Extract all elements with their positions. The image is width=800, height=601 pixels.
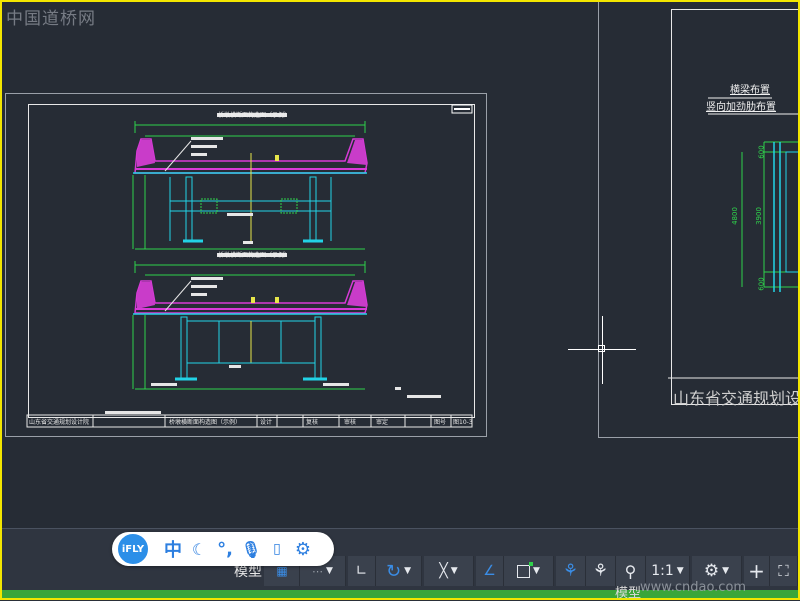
watermark-text: 中国道桥网 bbox=[6, 9, 96, 29]
sheet-1-drawing bbox=[26, 104, 473, 428]
sheet-2-dim-3900: 3900 bbox=[754, 207, 763, 225]
auto-scale-button[interactable]: ⚘ bbox=[586, 556, 616, 586]
annotation-visibility-button[interactable]: ⚘ bbox=[556, 556, 586, 586]
sheet-1-footer-drawing-no: 图10-3 bbox=[453, 419, 473, 426]
chevron-down-icon: ▼ bbox=[450, 566, 458, 576]
ime-toolbar[interactable]: iFLY 中 ☾ °, 🎙 ▯ ⚙ bbox=[112, 532, 334, 566]
microphone-icon[interactable]: 🎙 bbox=[238, 536, 264, 562]
ifly-logo[interactable]: iFLY bbox=[116, 532, 150, 566]
clipboard-icon[interactable]: ▯ bbox=[264, 536, 290, 562]
model-space-label: 模型 bbox=[615, 586, 642, 601]
grid-icon: ▦ bbox=[276, 564, 287, 578]
sheet-1-section-title-top: 桥墩横断面构造图（示例） bbox=[218, 112, 291, 119]
sheet-1-footer-company: 山东省交通规划设计院 bbox=[29, 419, 90, 426]
site-watermark: www.cndao.com bbox=[640, 580, 747, 595]
plus-icon: + bbox=[748, 559, 765, 583]
sheet-2-note-crossbeam: 横梁布置 bbox=[730, 85, 770, 96]
sheet-1-footer-review: 审核 bbox=[344, 419, 357, 426]
sheet-2-dim-4800: 4800 bbox=[730, 207, 739, 225]
isodraft-button[interactable]: ╳ ▼ bbox=[424, 556, 474, 586]
chevron-down-icon: ▼ bbox=[533, 566, 540, 576]
annotation-icon: ⚲ bbox=[624, 561, 637, 581]
sheet-1-footer-drawing: 桥墩横断面构造图（示例） bbox=[169, 419, 242, 426]
sheet-1-footer-check: 复核 bbox=[306, 419, 319, 426]
add-button[interactable]: + bbox=[744, 556, 770, 586]
sheet-1-footer-drawing-no-label: 图号 bbox=[434, 419, 447, 426]
ime-mode-button[interactable]: 中 bbox=[160, 536, 186, 562]
auto-scale-icon: ⚘ bbox=[592, 561, 609, 581]
ortho-button[interactable]: ∟ bbox=[348, 556, 376, 586]
polar-tracking-button[interactable]: ↻ ▼ bbox=[376, 556, 422, 586]
drawing-canvas[interactable]: 中国道桥网 山东省交通规划设计院 桥墩横断面构造图（示例） 设计 复核 审核 审… bbox=[2, 2, 798, 528]
chevron-down-icon: ▼ bbox=[722, 566, 730, 576]
clean-screen-button[interactable]: ⛶ bbox=[770, 556, 798, 586]
snap-tracking-icon: ∠ bbox=[483, 563, 496, 579]
chevron-down-icon: ▼ bbox=[676, 566, 684, 576]
gear-icon[interactable]: ⚙ bbox=[290, 536, 316, 562]
ortho-icon: ∟ bbox=[355, 563, 368, 579]
object-snap-tracking-button[interactable]: ∠ bbox=[476, 556, 504, 586]
polar-icon: ↻ bbox=[385, 560, 402, 582]
isodraft-icon: ╳ bbox=[439, 563, 448, 579]
sheet-1-footer-approve: 审定 bbox=[376, 419, 389, 426]
chevron-down-icon: ▼ bbox=[404, 566, 411, 576]
annotation-scale-value: 1:1 bbox=[651, 563, 674, 579]
object-snap-icon bbox=[517, 561, 534, 578]
punctuation-icon[interactable]: °, bbox=[212, 536, 238, 562]
chevron-down-icon: ▼ bbox=[326, 566, 333, 576]
clean-screen-icon: ⛶ bbox=[778, 562, 789, 580]
object-snap-button[interactable]: ▼ bbox=[504, 556, 554, 586]
snap-grid-icon: ⋯ bbox=[312, 564, 324, 578]
gear-icon: ⚙ bbox=[703, 561, 720, 581]
sheet-2-title: 山东省交通规划设计 bbox=[673, 389, 798, 408]
sheet-1-footer-design: 设计 bbox=[260, 419, 273, 426]
annotation-scale-icon: ⚘ bbox=[562, 561, 579, 581]
sheet-1-section-title-bottom: 桥墩横断面构造图（示例） bbox=[218, 252, 291, 259]
sheet-2-dim-600-top: 600 bbox=[757, 145, 766, 159]
moon-icon[interactable]: ☾ bbox=[186, 536, 212, 562]
sheet-2-note-stiffener: 竖向加劲肋布置 bbox=[706, 102, 776, 113]
sheet-2-drawing bbox=[668, 97, 798, 379]
sheet-2-dim-600-bottom: 600 bbox=[757, 277, 766, 291]
